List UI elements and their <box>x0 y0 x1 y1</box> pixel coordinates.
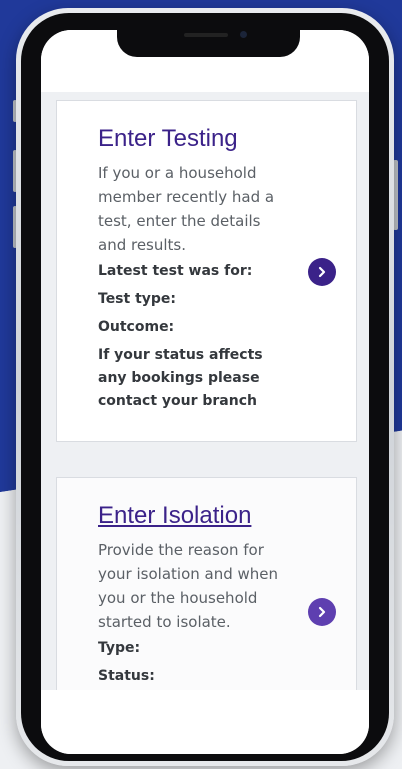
isolation-status-field: Status: <box>98 668 155 684</box>
front-camera-icon <box>240 31 247 38</box>
isolation-card[interactable]: Enter Isolation Provide the reason for y… <box>56 477 357 690</box>
testing-title: Enter Testing <box>98 125 238 152</box>
isolation-description: Provide the reason for your isolation an… <box>98 541 279 631</box>
chevron-right-icon <box>318 266 326 278</box>
isolation-type-field: Type: <box>98 640 141 656</box>
home-indicator-area <box>41 690 369 754</box>
isolation-arrow-button[interactable] <box>308 598 336 626</box>
bookings-notice: If your status affects any bookings plea… <box>98 347 263 409</box>
speaker-grille <box>184 33 228 37</box>
phone-screen: Enter Testing If you or a household memb… <box>41 30 369 754</box>
content-area[interactable]: Enter Testing If you or a household memb… <box>41 92 369 690</box>
test-type-field: Test type: <box>98 291 177 307</box>
latest-test-field: Latest test was for: <box>98 263 253 279</box>
outcome-field: Outcome: <box>98 319 175 335</box>
chevron-right-icon <box>318 606 326 618</box>
testing-description: If you or a household member recently ha… <box>98 164 275 254</box>
testing-card[interactable]: Enter Testing If you or a household memb… <box>56 100 357 442</box>
testing-arrow-button[interactable] <box>308 258 336 286</box>
isolation-title[interactable]: Enter Isolation <box>98 502 251 530</box>
